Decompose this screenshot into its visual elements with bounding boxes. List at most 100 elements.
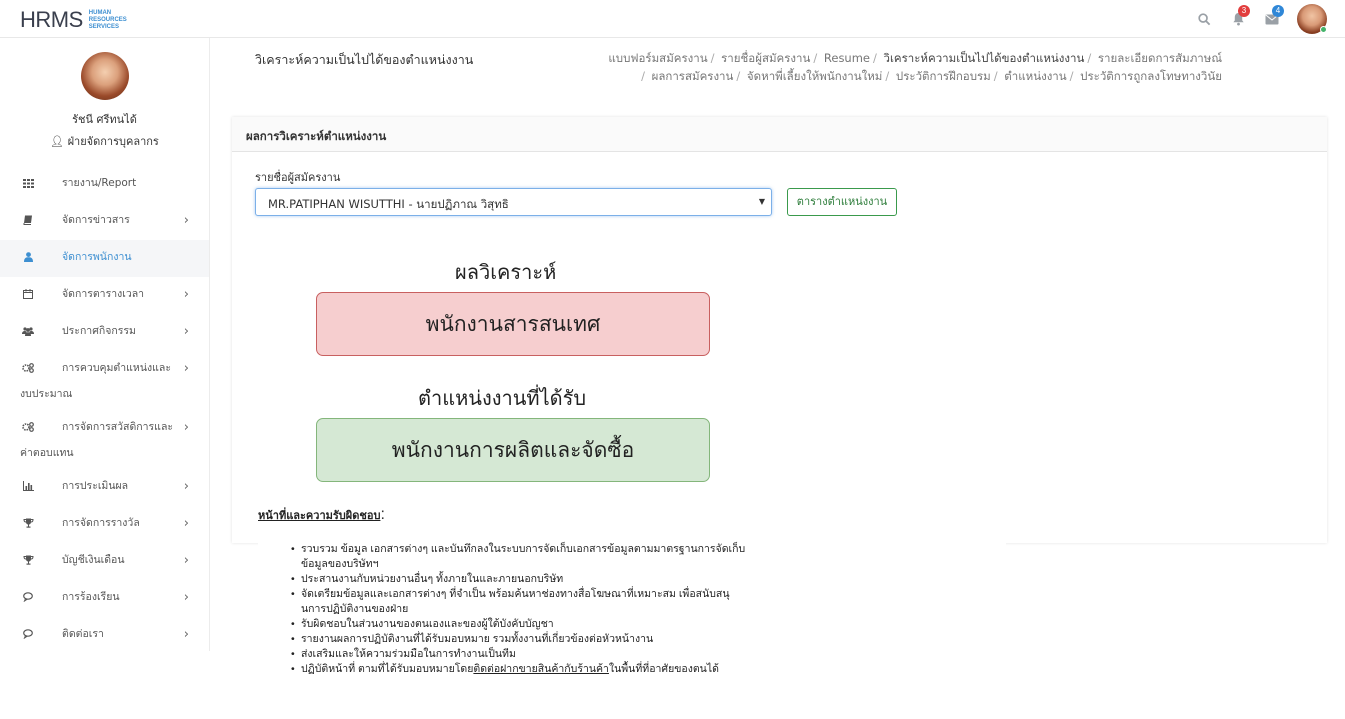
- sidebar-item-label-continued: งบประมาณ: [20, 388, 73, 400]
- cogs-icon: [20, 360, 36, 376]
- breadcrumb-link[interactable]: Resume: [824, 51, 870, 65]
- sidebar-item-label: จัดการข่าวสาร: [62, 214, 130, 226]
- duties-list: รวบรวม ข้อมูล เอกสารต่างๆ และบันทึกลงในร…: [258, 542, 1006, 677]
- grid-icon: [20, 175, 36, 191]
- book-icon: [20, 212, 36, 228]
- trophy-icon: [20, 515, 36, 531]
- envelope-icon[interactable]: 4: [1255, 4, 1289, 34]
- breadcrumb-line-1: แบบฟอร์มสมัครงาน / รายชื่อผู้สมัครงาน / Re…: [608, 51, 1222, 65]
- sidebar-item-label: การจัดการรางวัล: [62, 517, 140, 529]
- chevron-right-icon: ›: [183, 324, 189, 339]
- list-item: รับผิดชอบในส่วนงานของตนเองและของผู้ใต้บั…: [291, 617, 1006, 632]
- breadcrumb: แบบฟอร์มสมัครงาน / รายชื่อผู้สมัครงาน / Re…: [602, 49, 1222, 85]
- chevron-right-icon: ›: [183, 213, 189, 228]
- breadcrumb-link[interactable]: ผลการสมัครงาน: [652, 69, 734, 83]
- comments-icon: [20, 626, 36, 642]
- received-position-box: พนักงานการผลิตและจัดซื้อ: [316, 418, 710, 482]
- applicant-field-label: รายชื่อผู้สมัครงาน: [255, 171, 341, 184]
- duties-title: หน้าที่และความรับผิดชอบ:: [258, 506, 385, 523]
- profile-name: รัชนี ศรีทนได้: [72, 113, 137, 126]
- sidebar-item-report[interactable]: รายงาน/Report: [0, 166, 209, 203]
- breadcrumb-link[interactable]: ประวัติการถูกลงโทษทางวินัย: [1080, 69, 1222, 83]
- users-icon: [20, 323, 36, 339]
- sidebar-item-label: การควบคุมตำแหน่งและ: [62, 362, 171, 374]
- top-bar: HRMS HUMAN RESOURCES SERVICES 3 4: [0, 0, 1345, 38]
- list-item: รวบรวม ข้อมูล เอกสารต่างๆ และบันทึกลงในร…: [291, 542, 1006, 572]
- sidebar-item-news[interactable]: จัดการข่าวสาร ›: [0, 203, 209, 240]
- chevron-right-icon: ›: [183, 590, 189, 605]
- avatar: [80, 52, 129, 100]
- search-icon[interactable]: [1187, 4, 1221, 34]
- user-icon: [20, 249, 36, 265]
- trophy-icon: [20, 552, 36, 568]
- profile-panel: รัชนี ศรีทนได้ 👤︎ ฝ่ายจัดการบุคลากร: [0, 38, 209, 150]
- sidebar-item-position-control[interactable]: การควบคุมตำแหน่งและ งบประมาณ ›: [0, 351, 209, 410]
- sidebar-item-awards[interactable]: การจัดการรางวัล ›: [0, 506, 209, 543]
- caret-down-icon: ▼: [758, 197, 765, 206]
- online-status-dot: [1320, 26, 1327, 33]
- chevron-right-icon: ›: [183, 361, 189, 376]
- sidebar-item-label: จัดการพนักงาน: [62, 251, 132, 263]
- list-item: รายงานผลการปฏิบัติงานที่ได้รับมอบหมาย รว…: [291, 632, 1006, 647]
- sidebar-item-label: จัดการตารางเวลา: [62, 288, 145, 300]
- chevron-right-icon: ›: [183, 516, 189, 531]
- sidebar: รัชนี ศรีทนได้ 👤︎ ฝ่ายจัดการบุคลากร รายง…: [0, 38, 210, 651]
- hrms-logo[interactable]: HRMS HUMAN RESOURCES SERVICES: [20, 7, 127, 33]
- chevron-right-icon: ›: [183, 627, 189, 642]
- logo-text: HRMS: [20, 7, 83, 32]
- analysis-result-box: พนักงานสารสนเทศ: [316, 292, 710, 356]
- sidebar-item-schedule[interactable]: จัดการตารางเวลา ›: [0, 277, 209, 314]
- sidebar-item-label: การประเมินผล: [62, 480, 129, 492]
- breadcrumb-line-2: / ผลการสมัครงาน / จัดหาพี่เลี้ยงให้พนักงา…: [641, 69, 1222, 83]
- duties-section: หน้าที่และความรับผิดชอบ: รวบรวม ข้อมูล เ…: [258, 506, 1006, 677]
- chevron-right-icon: ›: [183, 420, 189, 435]
- notification-badge: 3: [1238, 5, 1250, 17]
- cogs-icon: [20, 419, 36, 435]
- sidebar-item-activities[interactable]: ประกาศกิจกรรม ›: [0, 314, 209, 351]
- profile-role: 👤︎ ฝ่ายจัดการบุคลากร: [50, 135, 159, 148]
- user-icon: 👤︎: [50, 135, 65, 148]
- breadcrumb-link[interactable]: จัดหาพี่เลี้ยงให้พนักงานใหม่: [747, 69, 882, 83]
- sidebar-item-label: ประกาศกิจกรรม: [62, 325, 136, 337]
- bar-chart-icon: [20, 478, 36, 494]
- list-item: ประสานงานกับหน่วยงานอื่นๆ ทั้งภายในและภา…: [291, 572, 1006, 587]
- breadcrumb-link[interactable]: ประวัติการฝึกอบรม: [896, 69, 991, 83]
- list-item: ปฏิบัติหน้าที่ ตามที่ได้รับมอบหมายโดยติด…: [291, 662, 1006, 677]
- chevron-right-icon: ›: [183, 553, 189, 568]
- sidebar-item-employees[interactable]: จัดการพนักงาน: [0, 240, 209, 277]
- sidebar-item-contact[interactable]: ติดต่อเรา ›: [0, 617, 209, 654]
- user-avatar[interactable]: [1297, 4, 1327, 34]
- page-title: วิเคราะห์ความเป็นไปได้ของตำแหน่งงาน: [255, 52, 474, 67]
- sidebar-item-complaints[interactable]: การร้องเรียน ›: [0, 580, 209, 617]
- sidebar-item-label: รายงาน/Report: [62, 177, 137, 189]
- sidebar-item-label: การร้องเรียน: [62, 591, 120, 603]
- chevron-right-icon: ›: [183, 287, 189, 302]
- calendar-icon: [20, 286, 36, 302]
- applicant-select[interactable]: MR.PATIPHAN WISUTTHI - นายปฏิภาณ วิสุทธิ…: [255, 188, 772, 216]
- breadcrumb-current: วิเคราะห์ความเป็นไปได้ของตำแหน่งงาน: [883, 51, 1085, 65]
- breadcrumb-link[interactable]: รายชื่อผู้สมัครงาน: [721, 51, 810, 65]
- messages-badge: 4: [1272, 5, 1284, 17]
- list-item: จัดเตรียมข้อมูลและเอกสารต่างๆ ที่จำเป็น …: [291, 587, 1006, 617]
- applicant-select-value: MR.PATIPHAN WISUTTHI - นายปฏิภาณ วิสุทธิ: [268, 197, 509, 211]
- received-position-heading: ตำแหน่งงานที่ได้รับ: [418, 386, 587, 410]
- sidebar-item-payroll[interactable]: บัญชีเงินเดือน ›: [0, 543, 209, 580]
- logo-subtitle: HUMAN RESOURCES SERVICES: [88, 9, 127, 30]
- card-title: ผลการวิเคราะห์ตำแหน่งงาน: [232, 117, 1327, 152]
- position-table-button[interactable]: ตารางตำแหน่งงาน: [787, 188, 897, 216]
- chevron-right-icon: ›: [183, 479, 189, 494]
- breadcrumb-link[interactable]: แบบฟอร์มสมัครงาน: [608, 51, 707, 65]
- sidebar-item-welfare[interactable]: การจัดการสวัสดิการและ ค่าตอบแทน ›: [0, 410, 209, 469]
- list-item: ส่งเสริมและให้ความร่วมมือในการทำงานเป็นท…: [291, 647, 1006, 662]
- sidebar-item-label-continued: ค่าตอบแทน: [20, 447, 74, 459]
- sidebar-item-evaluation[interactable]: การประเมินผล ›: [0, 469, 209, 506]
- breadcrumb-link[interactable]: ตำแหน่งงาน: [1004, 69, 1066, 83]
- breadcrumb-link[interactable]: รายละเอียดการสัมภาษณ์: [1098, 51, 1222, 65]
- bell-icon[interactable]: 3: [1221, 4, 1255, 34]
- comments-icon: [20, 589, 36, 605]
- analysis-heading: ผลวิเคราะห์: [455, 260, 557, 284]
- sidebar-item-label: ติดต่อเรา: [62, 628, 104, 640]
- sidebar-item-label: การจัดการสวัสดิการและ: [62, 421, 174, 433]
- sidebar-item-label: บัญชีเงินเดือน: [62, 554, 125, 566]
- sidebar-menu: รายงาน/Report จัดการข่าวสาร › จัดการพนัก…: [0, 166, 209, 654]
